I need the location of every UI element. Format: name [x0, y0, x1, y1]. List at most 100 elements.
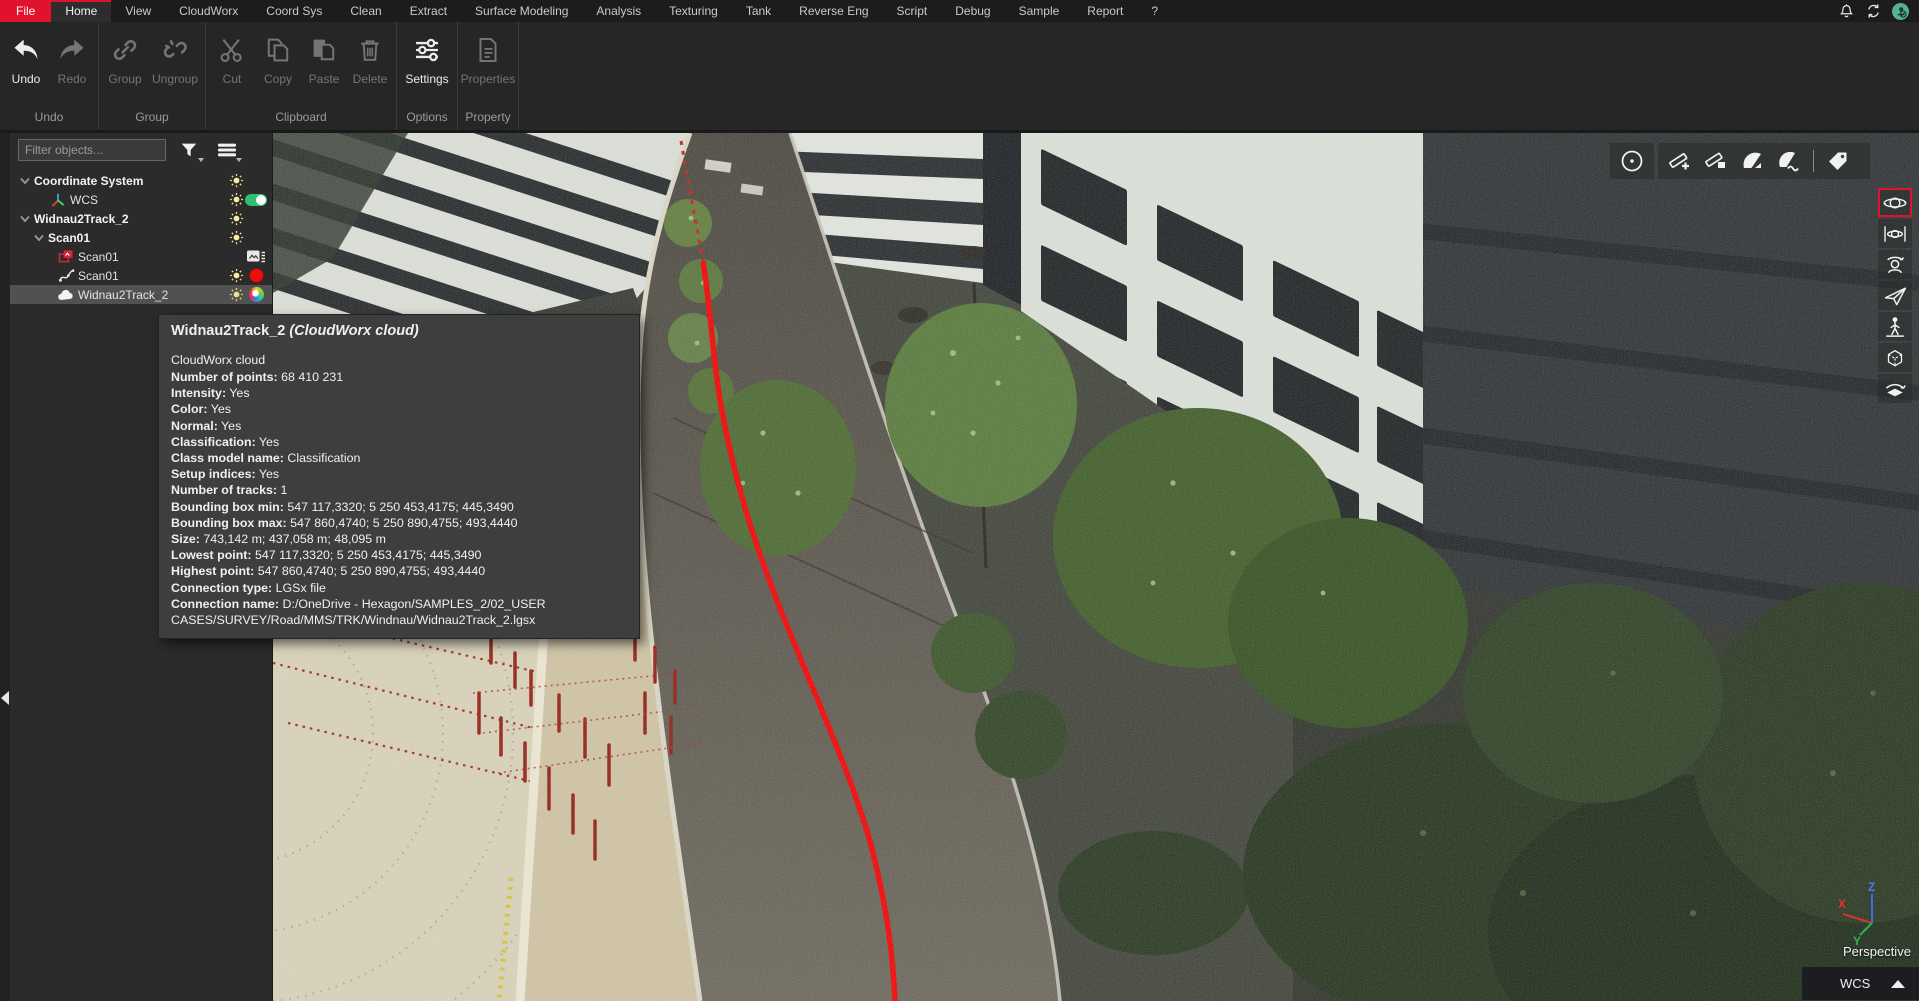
tooltip-field: Normal: Yes [171, 418, 627, 434]
wcs-toggle-on[interactable] [245, 194, 267, 206]
tooltip-field: Classification: Yes [171, 434, 627, 450]
axis-triad: Z X Y [1826, 880, 1896, 946]
status-multicolor-icon[interactable] [249, 287, 264, 302]
menu-analysis[interactable]: Analysis [582, 0, 655, 22]
tree-item-scan01-trajectory[interactable]: Scan01 [10, 266, 272, 285]
object-tree: Coordinate System WCS [10, 171, 272, 304]
notifications-bell-icon[interactable] [1838, 2, 1855, 20]
visibility-bulb-icon[interactable] [228, 287, 244, 302]
tooltip-field: Size: 743,142 m; 437,058 m; 48,095 m [171, 531, 627, 547]
filter-objects-input[interactable] [18, 139, 166, 161]
coordinate-system-select[interactable]: WCS [1802, 967, 1919, 1000]
tree-item-wcs[interactable]: WCS [10, 190, 272, 209]
tree-item-widnau2track2-cloud[interactable]: Widnau2Track_2 [10, 285, 272, 304]
menu-debug[interactable]: Debug [941, 0, 1004, 22]
settings-button[interactable]: Settings [401, 28, 453, 86]
copy-button[interactable]: Copy [256, 28, 300, 86]
measure-add-button[interactable] [1666, 146, 1696, 176]
ribbon-group-label: Clipboard [206, 110, 396, 130]
visibility-bulb-icon[interactable] [228, 173, 244, 188]
tooltip-field: Number of points: 68 410 231 [171, 369, 627, 385]
ribbon-divider [0, 130, 1919, 133]
menu-clean[interactable]: Clean [336, 0, 395, 22]
visibility-bulb-icon[interactable] [228, 268, 244, 283]
ribbon-group-options: Settings Options [397, 22, 458, 130]
document-properties-icon [473, 32, 503, 68]
chevron-down-icon[interactable] [18, 177, 32, 185]
menu-file[interactable]: File [0, 0, 51, 22]
setup-images-badge-icon[interactable] [244, 248, 268, 265]
view-cube-button[interactable] [1878, 343, 1912, 372]
menu-home[interactable]: Home [51, 0, 111, 22]
measure-volume-button[interactable] [1702, 146, 1732, 176]
tooltip-field: Bounding box min: 547 117,3320; 5 250 45… [171, 499, 627, 515]
ungroup-button[interactable]: Ungroup [149, 28, 201, 86]
examine-orbit-button[interactable] [1878, 188, 1912, 217]
tooltip-field: Connection name: D:/OneDrive - Hexagon/S… [171, 596, 627, 628]
visibility-bulb-icon[interactable] [228, 211, 244, 226]
menu-texturing[interactable]: Texturing [655, 0, 732, 22]
tag-annotation-button[interactable] [1823, 146, 1853, 176]
tooltip-title: Widnau2Track_2 (CloudWorx cloud) [171, 323, 627, 339]
panel-collapse-strip[interactable] [0, 133, 10, 1001]
tree-item-coordinate-system[interactable]: Coordinate System [10, 171, 272, 190]
delete-button[interactable]: Delete [348, 28, 392, 86]
scissors-icon [217, 32, 247, 68]
group-button[interactable]: Group [103, 28, 147, 86]
tree-item-scan01-group[interactable]: Scan01 [10, 228, 272, 247]
panel-menu-icon[interactable] [212, 137, 242, 163]
menu-cloudworx[interactable]: CloudWorx [165, 0, 252, 22]
visibility-bulb-icon[interactable] [228, 192, 244, 207]
status-red-icon[interactable] [249, 268, 264, 283]
menu-help[interactable]: ? [1137, 0, 1172, 22]
menu-tank[interactable]: Tank [732, 0, 785, 22]
properties-button[interactable]: Properties [462, 28, 514, 86]
tooltip-field: Number of tracks: 1 [171, 482, 627, 498]
ribbon-group-group: Group Ungroup Group [99, 22, 206, 130]
undo-button[interactable]: Undo [4, 28, 48, 86]
tree-item-scan01-images[interactable]: Scan01 [10, 247, 272, 266]
menu-script[interactable]: Script [883, 0, 942, 22]
pano-images-icon [56, 249, 76, 264]
chevron-down-icon[interactable] [32, 234, 46, 242]
undo-icon [11, 32, 41, 68]
tooltip-field: Lowest point: 547 117,3320; 5 250 453,41… [171, 547, 627, 563]
paste-button[interactable]: Paste [302, 28, 346, 86]
user-avatar[interactable] [1892, 3, 1909, 20]
coordinate-system-value: WCS [1840, 976, 1870, 991]
menu-view[interactable]: View [111, 0, 165, 22]
visibility-bulb-icon[interactable] [228, 230, 244, 245]
chevron-down-icon[interactable] [18, 215, 32, 223]
menu-sample[interactable]: Sample [1005, 0, 1074, 22]
menu-coord-sys[interactable]: Coord Sys [252, 0, 336, 22]
tree-item-widnau2track2-group[interactable]: Widnau2Track_2 [10, 209, 272, 228]
filter-funnel-icon[interactable] [174, 137, 204, 163]
ribbon-group-label: Undo [0, 110, 98, 130]
tooltip-field: Connection type: LGSx file [171, 580, 627, 596]
menu-extract[interactable]: Extract [396, 0, 461, 22]
axis-tripod-icon [48, 192, 68, 208]
measure-angle-button[interactable] [1738, 146, 1768, 176]
target-circle-button[interactable] [1617, 146, 1647, 176]
menu-reverse-eng[interactable]: Reverse Eng [785, 0, 882, 22]
fly-mode-button[interactable] [1878, 281, 1912, 310]
trajectory-icon [56, 268, 76, 283]
target-tool-panel [1610, 143, 1654, 179]
orbit-axis-button[interactable] [1878, 219, 1912, 248]
tooltip-field: Intensity: Yes [171, 385, 627, 401]
sync-icon[interactable] [1865, 2, 1882, 20]
redo-button[interactable]: Redo [50, 28, 94, 86]
turntable-button[interactable] [1878, 374, 1912, 403]
menu-report[interactable]: Report [1073, 0, 1137, 22]
broken-chain-icon [160, 32, 190, 68]
cloud-icon [56, 288, 76, 302]
tooltip-field: Highest point: 547 860,4740; 5 250 890,4… [171, 563, 627, 579]
walk-mode-button[interactable] [1878, 312, 1912, 341]
projection-label: Perspective [1843, 944, 1911, 959]
menu-surface-modeling[interactable]: Surface Modeling [461, 0, 582, 22]
application-window: File Home View CloudWorx Coord Sys Clean… [0, 0, 1919, 1001]
collapse-panel-icon[interactable] [1, 691, 9, 705]
look-around-button[interactable] [1878, 250, 1912, 279]
cut-button[interactable]: Cut [210, 28, 254, 86]
measure-profile-button[interactable] [1774, 146, 1804, 176]
